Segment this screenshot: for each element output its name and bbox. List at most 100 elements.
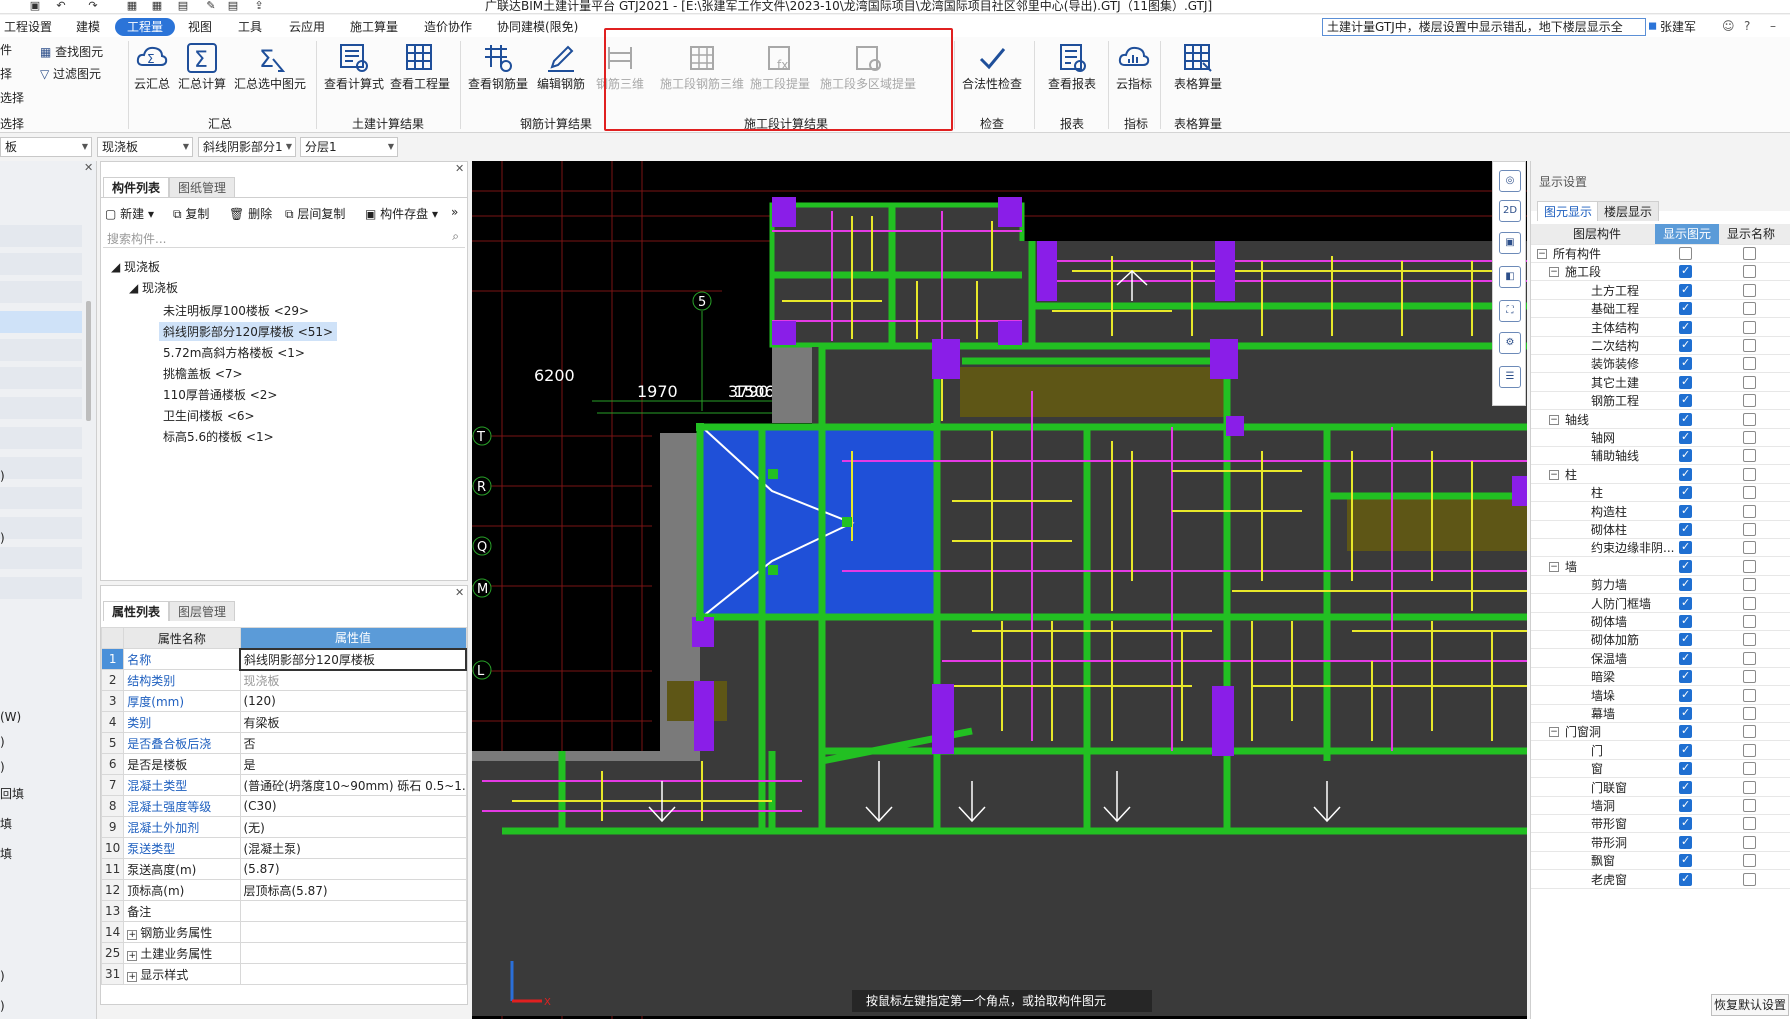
display-row[interactable]: 其它土建 — [1531, 373, 1790, 392]
show-name-checkbox[interactable] — [1743, 449, 1756, 463]
nav-row[interactable] — [0, 457, 82, 479]
show-element-checkbox[interactable] — [1679, 391, 1692, 409]
tab-element-display[interactable]: 图元显示 — [1537, 201, 1600, 221]
property-row[interactable]: 14 + 钢筋业务属性 — [100, 921, 467, 943]
display-row[interactable]: 二次结构 — [1531, 336, 1790, 355]
nav-row[interactable] — [0, 281, 82, 303]
tree-item[interactable]: 未注明板厚100楼板 <29> — [163, 302, 309, 319]
display-row[interactable]: 钢筋工程 — [1531, 391, 1790, 411]
show-element-checkbox[interactable] — [1679, 373, 1692, 391]
display-row[interactable]: 装饰装修 — [1531, 354, 1790, 374]
show-name-checkbox[interactable] — [1743, 504, 1756, 518]
show-element-checkbox[interactable] — [1679, 557, 1692, 575]
show-element-checkbox[interactable] — [1679, 502, 1692, 520]
show-name-checkbox[interactable] — [1743, 412, 1756, 426]
show-element-checkbox[interactable] — [1679, 686, 1692, 704]
display-row[interactable]: 幕墙 — [1531, 704, 1790, 723]
find-element-button[interactable]: ▦ 查找图元 — [40, 43, 103, 60]
show-element-checkbox[interactable] — [1679, 814, 1692, 832]
tree-item[interactable]: 5.72m高斜方格楼板 <1> — [163, 344, 305, 361]
nav-row[interactable] — [0, 547, 82, 569]
hint-search-box[interactable]: 土建计量GTJ中，楼层设置中显示错乱，地下楼层显示全 — [1322, 18, 1646, 36]
delete-button[interactable]: 🗑︎ 删除 — [229, 205, 272, 222]
property-row[interactable]: 6 是否是楼板 是 — [100, 753, 467, 775]
legality-check-button[interactable]: 合法性检查 — [960, 41, 1024, 92]
show-name-checkbox[interactable] — [1743, 817, 1756, 831]
collapse-icon[interactable]: − — [1537, 249, 1547, 259]
display-row[interactable]: 墙洞 — [1531, 796, 1790, 815]
collapse-icon[interactable]: − — [1549, 561, 1559, 572]
display-row[interactable]: 辅助轴线 — [1531, 446, 1790, 466]
display-row[interactable]: 轴网 — [1531, 428, 1790, 447]
display-row[interactable]: − 墙 — [1531, 557, 1790, 576]
show-name-checkbox[interactable] — [1743, 854, 1756, 868]
component-combo[interactable]: 斜线阴影部分1 ▼ — [198, 137, 296, 157]
display-row[interactable]: − 轴线 — [1531, 410, 1790, 429]
summary-selected-button[interactable]: Σ 汇总选中图元 — [232, 41, 308, 92]
fit-view-icon[interactable]: ⛶ — [1499, 300, 1521, 322]
show-element-checkbox[interactable] — [1679, 796, 1692, 814]
show-element-checkbox[interactable] — [1679, 483, 1692, 501]
expand-icon[interactable]: + — [127, 950, 138, 961]
property-value[interactable] — [239, 963, 467, 985]
tab-layer-management[interactable]: 图层管理 — [169, 601, 236, 621]
display-row[interactable]: − 门窗洞 — [1531, 722, 1790, 742]
property-value[interactable]: (5.87) — [239, 858, 467, 880]
property-row[interactable]: 8 混凝土强度等级 (C30) — [100, 795, 467, 817]
display-row[interactable]: 保温墙 — [1531, 649, 1790, 668]
collapse-icon[interactable]: − — [1549, 267, 1559, 278]
property-row[interactable]: 9 混凝土外加剂 (无) — [100, 816, 467, 838]
property-value[interactable]: 有梁板 — [239, 711, 467, 733]
property-value[interactable] — [239, 900, 467, 922]
tree-item[interactable]: 挑檐盖板 <7> — [163, 365, 243, 382]
property-value[interactable]: 是 — [239, 753, 467, 775]
show-name-checkbox[interactable] — [1743, 670, 1756, 684]
show-element-checkbox[interactable] — [1679, 704, 1692, 722]
display-row[interactable]: 主体结构 — [1531, 318, 1790, 337]
show-element-checkbox[interactable] — [1679, 465, 1692, 483]
show-name-checkbox[interactable] — [1743, 872, 1756, 886]
expand-icon[interactable]: + — [127, 971, 138, 982]
show-element-checkbox[interactable] — [1679, 870, 1692, 888]
show-element-checkbox[interactable] — [1679, 428, 1692, 446]
show-element-checkbox[interactable] — [1679, 649, 1692, 667]
display-row[interactable]: 土方工程 — [1531, 281, 1790, 300]
show-name-checkbox[interactable] — [1743, 799, 1756, 812]
property-row[interactable]: 7 混凝土类型 (普通砼(坍落度10~90mm) 砾石 0.5~1.5... — [100, 774, 467, 796]
cube-solid-icon[interactable]: ◧ — [1499, 266, 1521, 288]
show-element-checkbox[interactable] — [1679, 520, 1692, 538]
show-name-checkbox[interactable] — [1743, 302, 1756, 316]
show-element-checkbox[interactable] — [1679, 281, 1692, 299]
show-element-checkbox[interactable] — [1679, 612, 1692, 630]
tree-item[interactable]: 标高5.6的楼板 <1> — [163, 428, 274, 445]
save-icon[interactable]: ▣ — [28, 0, 42, 12]
property-row[interactable]: 5 是否叠合板后浇 否 — [100, 732, 467, 754]
show-element-checkbox[interactable] — [1679, 262, 1692, 280]
col-show-element[interactable]: 显示图元 — [1655, 224, 1719, 244]
show-name-checkbox[interactable] — [1743, 633, 1756, 647]
display-row[interactable]: 约束边缘非阴... — [1531, 538, 1790, 558]
show-element-checkbox[interactable] — [1679, 538, 1692, 556]
table-calc-button[interactable]: 表格算量 — [1166, 41, 1230, 92]
show-name-checkbox[interactable] — [1743, 762, 1756, 776]
property-value[interactable]: 层顶标高(5.87) — [239, 879, 467, 901]
show-element-checkbox[interactable] — [1679, 247, 1692, 260]
tab-property-list[interactable]: 属性列表 — [103, 601, 170, 621]
view-2d-button[interactable]: 2D — [1499, 200, 1521, 222]
cloud-summary-button[interactable]: Σ 云汇总 — [130, 41, 174, 92]
show-element-checkbox[interactable] — [1679, 722, 1692, 740]
property-value[interactable]: (120) — [239, 690, 467, 712]
table-icon[interactable]: ▦ — [150, 0, 164, 12]
show-name-checkbox[interactable] — [1743, 486, 1756, 500]
show-element-checkbox[interactable] — [1679, 318, 1692, 336]
property-value[interactable]: 现浇板 — [239, 669, 467, 691]
menu-project-settings[interactable]: 工程设置 — [4, 18, 52, 36]
show-name-checkbox[interactable] — [1743, 523, 1756, 536]
display-row[interactable]: 门 — [1531, 741, 1790, 760]
help-icon[interactable]: ? — [1744, 19, 1750, 33]
save-component-button[interactable]: ▣ 构件存盘 ▾ — [365, 205, 438, 222]
view-quantity-button[interactable]: 查看工程量 — [388, 41, 452, 92]
menu-view[interactable]: 视图 — [188, 18, 212, 36]
property-value[interactable]: (无) — [239, 816, 467, 838]
message-icon[interactable]: ☺ — [1722, 19, 1735, 33]
